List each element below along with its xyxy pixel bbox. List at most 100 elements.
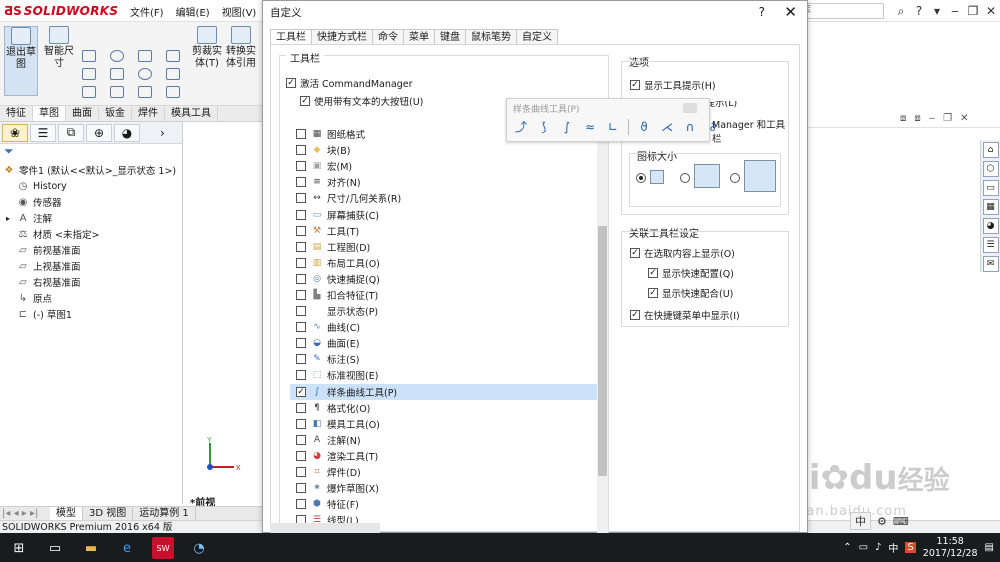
feature-tree-tab-icon[interactable]: ❀	[2, 123, 28, 142]
large-buttons-checkbox[interactable]: ✓ 使用带有文本的大按钮(U)	[300, 94, 423, 108]
slot-tool-icon[interactable]	[82, 86, 96, 98]
tray-chevron-icon[interactable]: ⌃	[843, 542, 851, 553]
tab-toolbars[interactable]: 工具栏	[270, 29, 312, 45]
notification-icon[interactable]: ▤	[985, 542, 994, 553]
tree-item[interactable]: ↳ 原点	[2, 290, 182, 306]
checkbox-unchecked-icon[interactable]	[296, 225, 306, 236]
line-tool-icon[interactable]	[82, 50, 96, 62]
keyboard-icon[interactable]: ⌨	[893, 515, 909, 528]
checkbox-unchecked-icon[interactable]	[296, 402, 306, 413]
convert-entities-button[interactable]: 转换实体引用	[224, 26, 258, 96]
add-curvature-control-icon[interactable]: ⟆	[536, 119, 552, 135]
smart-dimension-button[interactable]: 智能尺寸	[42, 26, 76, 96]
settings-icon[interactable]: ⚙	[877, 515, 887, 528]
activate-cm-checkbox[interactable]: ✓ 激活 CommandManager	[286, 76, 413, 90]
minimize-icon[interactable]: ‒	[946, 4, 964, 18]
display-manager-tab-icon[interactable]: ◕	[114, 123, 140, 142]
checkbox-unchecked-icon[interactable]	[296, 370, 306, 381]
solidworks-taskbar-icon[interactable]: SW	[152, 537, 174, 559]
show-curvature-icon[interactable]: ϑ	[636, 119, 652, 135]
rectangle-tool-icon[interactable]	[82, 68, 96, 80]
tab-mouse-gestures[interactable]: 鼠标笔势	[466, 29, 517, 45]
icon-size-medium-radio[interactable]	[680, 173, 690, 183]
add-tangency-control-icon[interactable]: ⤴	[513, 119, 529, 135]
tab-keyboard[interactable]: 键盘	[435, 29, 466, 45]
spline-tool-icon[interactable]	[138, 50, 152, 62]
checkbox-checked-icon[interactable]: ✓	[296, 386, 306, 397]
tab-nav-arrows-icon[interactable]: |◂ ◂ ▸ ▸|	[0, 507, 50, 520]
toolbar-list-item[interactable]: ✓ ∫ 样条曲线工具(P)	[290, 383, 597, 400]
toolbar-list-item[interactable]: ◆ 块(B)	[290, 142, 597, 158]
toolbar-list-item[interactable]: ⌗ 焊件(D)	[290, 464, 597, 480]
tab-sheet-metal[interactable]: 钣金	[99, 106, 132, 121]
toolbar-list-item[interactable]: A 注解(N)	[290, 432, 597, 448]
icon-size-large-radio[interactable]	[730, 173, 740, 183]
filter-icon[interactable]: ⏷	[0, 144, 182, 162]
panel-split-icon[interactable]: ⧈	[900, 113, 906, 124]
checkbox-unchecked-icon[interactable]	[296, 434, 306, 445]
tree-item[interactable]: ▸ A 注解	[2, 210, 182, 226]
file-explorer-icon[interactable]: ▭	[982, 180, 999, 196]
fit-spline-icon[interactable]: ∂	[705, 119, 721, 135]
checkbox-unchecked-icon[interactable]	[296, 209, 306, 220]
checkbox-unchecked-icon[interactable]	[296, 129, 306, 140]
show-minimum-radius-icon[interactable]: ⋌	[659, 119, 675, 135]
exit-sketch-button[interactable]: 退出草图	[4, 26, 38, 96]
fillet-tool-icon[interactable]	[138, 86, 152, 98]
doc-close-icon[interactable]: ✕	[960, 113, 968, 124]
toolbar-list-item[interactable]: ▭ 屏幕捕获(C)	[290, 206, 597, 222]
toolbar-list-item[interactable]: ◎ 快速捕捉(Q)	[290, 271, 597, 287]
menu-view[interactable]: 视图(V)	[222, 4, 257, 19]
tree-root[interactable]: ❖ 零件1 (默认<<默认>_显示状态 1>)	[2, 162, 182, 178]
checkbox-unchecked-icon[interactable]	[296, 418, 306, 429]
network-icon[interactable]: ▭	[859, 542, 868, 553]
toolbar-list-item[interactable]: ⚒ 工具(T)	[290, 223, 597, 239]
custom-properties-icon[interactable]: ☰	[982, 237, 999, 253]
tab-customization[interactable]: 自定义	[517, 29, 558, 45]
show-curvature-combs-icon[interactable]: ∩	[682, 119, 698, 135]
checkbox-unchecked-icon[interactable]	[296, 289, 306, 300]
windows-start-icon[interactable]: ⊞	[8, 537, 30, 559]
dialog-footer-button[interactable]	[270, 523, 380, 533]
plane-tool-icon[interactable]	[166, 50, 180, 62]
panel-split2-icon[interactable]: ⧈	[914, 113, 920, 124]
toolbar-list-item[interactable]: ¶ 格式化(O)	[290, 400, 597, 416]
tree-item[interactable]: ◉ 传感器	[2, 194, 182, 210]
toolbar-list-item[interactable]: ▥ 布局工具(O)	[290, 255, 597, 271]
checkbox-unchecked-icon[interactable]	[296, 161, 306, 172]
menu-edit[interactable]: 编辑(E)	[176, 4, 210, 19]
text-tool-icon[interactable]	[166, 68, 180, 80]
checkbox-unchecked-icon[interactable]	[296, 338, 306, 349]
icon-size-small-radio[interactable]	[636, 173, 646, 183]
checkbox-unchecked-icon[interactable]	[296, 322, 306, 333]
solidworks-logo[interactable]: ƋS SOLIDWORKS	[4, 3, 118, 19]
dialog-help-button[interactable]: ?	[759, 5, 765, 19]
tree-item[interactable]: ◷ History	[2, 178, 182, 194]
sogou-icon[interactable]: S	[905, 542, 916, 553]
view-palette-icon[interactable]: ▦	[982, 199, 999, 215]
arc-tool-icon[interactable]	[110, 68, 124, 80]
scrollbar-thumb[interactable]	[598, 226, 607, 476]
tab-motion-study[interactable]: 运动算例 1	[133, 507, 196, 520]
configuration-tab-icon[interactable]: ⧉	[58, 123, 84, 142]
forum-icon[interactable]: ✉	[982, 256, 999, 272]
checkbox-unchecked-icon[interactable]	[296, 177, 306, 188]
ime-indicator[interactable]: 中	[850, 512, 871, 530]
checkbox-unchecked-icon[interactable]	[296, 354, 306, 365]
chevron-right-icon[interactable]: ›	[160, 126, 165, 140]
restore-icon[interactable]: ❐	[964, 4, 982, 18]
checkbox-unchecked-icon[interactable]	[296, 306, 306, 317]
toolbar-list-item[interactable]: ◕ 渲染工具(T)	[290, 448, 597, 464]
dialog-close-button[interactable]: ✕	[784, 3, 797, 21]
tab-menus[interactable]: 菜单	[404, 29, 435, 45]
dropdown-icon[interactable]: ▾	[928, 4, 946, 18]
home-icon[interactable]: ⌂	[982, 142, 999, 158]
app-taskbar-icon[interactable]: ◔	[188, 537, 210, 559]
simplify-spline-icon[interactable]: ≈	[582, 119, 598, 135]
toolbar-list-item[interactable]: ▙ 扣合特征(T)	[290, 287, 597, 303]
checkbox-unchecked-icon[interactable]	[296, 193, 306, 204]
show-inflection-points-icon[interactable]: ∟	[605, 119, 621, 135]
edge-browser-icon[interactable]: e	[116, 537, 138, 559]
ctx-quick-config-checkbox[interactable]: ✓ 显示快速配置(Q)	[648, 266, 734, 280]
checkbox-unchecked-icon[interactable]	[296, 257, 306, 268]
